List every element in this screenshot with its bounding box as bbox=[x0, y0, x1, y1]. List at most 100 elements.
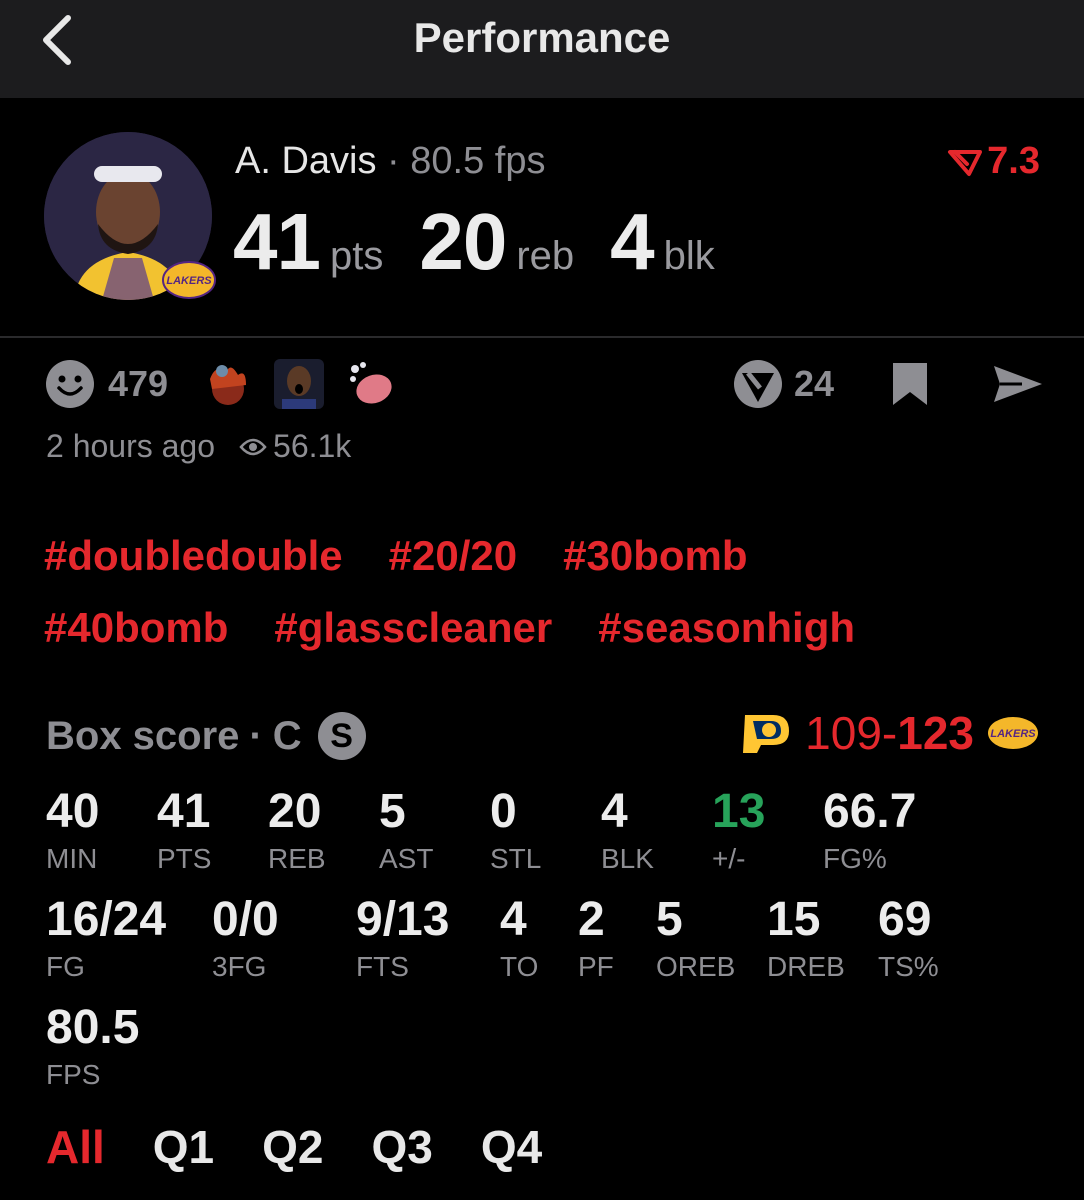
vote-icon[interactable] bbox=[732, 358, 784, 410]
box-separator: · bbox=[249, 713, 263, 758]
headline-pts-value: 41 bbox=[233, 197, 321, 286]
stat-label: BLK bbox=[601, 843, 654, 874]
eye-icon bbox=[239, 438, 267, 455]
stat-oreb: 5 OREB bbox=[656, 894, 735, 984]
score-text: 109-123 bbox=[805, 706, 974, 760]
views-value: 56.1k bbox=[273, 428, 352, 464]
stat-label: FG% bbox=[823, 843, 887, 874]
stat-min: 40 MIN bbox=[46, 786, 99, 876]
header-divider bbox=[0, 336, 1084, 338]
player-position: C bbox=[272, 713, 302, 758]
hashtag[interactable]: #doubledouble bbox=[44, 532, 343, 580]
headline-blk-unit: blk bbox=[663, 234, 715, 278]
box-score-header: Box score · C S 109-123 LAKERS bbox=[46, 704, 1040, 764]
stat-pf: 2 PF bbox=[578, 894, 614, 984]
stat-value: 5 bbox=[379, 785, 406, 838]
stat-label: TS% bbox=[878, 951, 939, 982]
stat-label: FG bbox=[46, 951, 85, 982]
glass-cleaner-reaction-icon[interactable] bbox=[346, 359, 396, 409]
headline-stats: 41 pts 20 reb 4 blk bbox=[233, 196, 751, 288]
stat-value: 4 bbox=[500, 893, 527, 946]
stat-label: REB bbox=[268, 843, 326, 874]
hashtag[interactable]: #seasonhigh bbox=[598, 604, 855, 652]
post-time: 2 hours ago bbox=[46, 428, 216, 464]
box-score-label: Box score bbox=[46, 713, 240, 758]
stat-label: PTS bbox=[157, 843, 212, 874]
tab-all[interactable]: All bbox=[46, 1120, 105, 1174]
tab-q2[interactable]: Q2 bbox=[262, 1120, 323, 1174]
hashtag[interactable]: #40bomb bbox=[44, 604, 228, 652]
svg-text:LAKERS: LAKERS bbox=[990, 728, 1036, 740]
stat-value: 20 bbox=[268, 785, 322, 838]
vote-count: 24 bbox=[793, 363, 834, 404]
home-score: 123 bbox=[897, 707, 974, 759]
stat-value: 5 bbox=[656, 893, 683, 946]
stat-label: MIN bbox=[46, 843, 98, 874]
stat-value: 15 bbox=[767, 893, 821, 946]
stat-value: 80.5 bbox=[46, 1001, 140, 1054]
starter-badge: S bbox=[317, 712, 366, 760]
stat-fts: 9/13 FTS bbox=[356, 894, 449, 984]
hashtag[interactable]: #glasscleaner bbox=[274, 604, 552, 652]
stat-reb: 20 REB bbox=[268, 786, 326, 876]
stat-label: FTS bbox=[356, 951, 409, 982]
post-meta: 2 hours ago 56.1k bbox=[46, 428, 351, 465]
smiley-icon[interactable] bbox=[44, 358, 96, 410]
stat-value: 41 bbox=[157, 785, 211, 838]
stat-value: 2 bbox=[578, 893, 605, 946]
trend-down-icon bbox=[948, 149, 983, 176]
hashtag-row: #40bomb #glasscleaner #seasonhigh bbox=[44, 592, 1044, 664]
tab-q1[interactable]: Q1 bbox=[153, 1120, 214, 1174]
shocked-face-reaction-icon[interactable] bbox=[274, 359, 325, 409]
stat-ts-pct: 69 TS% bbox=[878, 894, 939, 984]
send-icon[interactable] bbox=[992, 362, 1044, 406]
name-separator: · bbox=[387, 140, 400, 182]
lakers-logo: LAKERS bbox=[988, 717, 1038, 749]
game-score[interactable]: 109-123 LAKERS bbox=[739, 706, 1040, 760]
hashtag-list: #doubledouble #20/20 #30bomb #40bomb #gl… bbox=[44, 520, 1044, 664]
stat-label: TO bbox=[500, 951, 539, 982]
stat-label: +/- bbox=[712, 843, 746, 874]
bookmark-icon[interactable] bbox=[890, 360, 930, 408]
stat-label: FPS bbox=[46, 1059, 101, 1090]
stat-value: 69 bbox=[878, 893, 932, 946]
player-header: LAKERS A. Davis · 80.5 fps 7.3 41 pts 20… bbox=[0, 98, 1084, 336]
headline-reb-unit: reb bbox=[516, 234, 575, 278]
stat-label: PF bbox=[578, 951, 614, 982]
hashtag[interactable]: #20/20 bbox=[389, 532, 517, 580]
tab-q4[interactable]: Q4 bbox=[481, 1120, 542, 1174]
post-actions: 24 bbox=[732, 356, 1044, 412]
stat-label: OREB bbox=[656, 951, 736, 982]
headline-reb-value: 20 bbox=[419, 197, 507, 286]
player-name[interactable]: A. Davis bbox=[235, 140, 376, 182]
player-line: A. Davis · 80.5 fps bbox=[235, 140, 545, 183]
hashtag-row: #doubledouble #20/20 #30bomb bbox=[44, 520, 1044, 592]
stat-fg-pct: 66.7 FG% bbox=[823, 786, 916, 876]
stat-blk: 4 BLK bbox=[601, 786, 654, 876]
stat-value: 9/13 bbox=[356, 893, 450, 946]
stat-plus-minus: 13 +/- bbox=[712, 786, 765, 876]
fps-trend: 7.3 bbox=[947, 140, 1040, 183]
hashtag[interactable]: #30bomb bbox=[563, 532, 747, 580]
stat-fg: 16/24 FG bbox=[46, 894, 166, 984]
stat-value: 0/0 bbox=[212, 893, 279, 946]
stat-fps: 80.5 FPS bbox=[46, 1002, 139, 1092]
stat-stl: 0 STL bbox=[490, 786, 541, 876]
reactions-bar: 479 bbox=[44, 356, 418, 412]
flaming-ball-reaction-icon[interactable] bbox=[202, 359, 252, 409]
stat-pts: 41 PTS bbox=[157, 786, 211, 876]
stat-label: AST bbox=[379, 843, 434, 874]
stat-value: 40 bbox=[46, 785, 100, 838]
stat-label: DREB bbox=[767, 951, 845, 982]
reaction-count: 479 bbox=[108, 363, 169, 404]
stat-value: 0 bbox=[490, 785, 517, 838]
top-bar: Performance bbox=[0, 0, 1084, 98]
stat-dreb: 15 DREB bbox=[767, 894, 845, 984]
tab-q3[interactable]: Q3 bbox=[372, 1120, 433, 1174]
away-score: 109 bbox=[805, 707, 882, 759]
stat-value: 16/24 bbox=[46, 893, 167, 946]
box-score-title: Box score · C S bbox=[46, 712, 366, 760]
headline-blk-value: 4 bbox=[610, 197, 654, 286]
stat-to: 4 TO bbox=[500, 894, 538, 984]
page-title: Performance bbox=[413, 14, 671, 61]
